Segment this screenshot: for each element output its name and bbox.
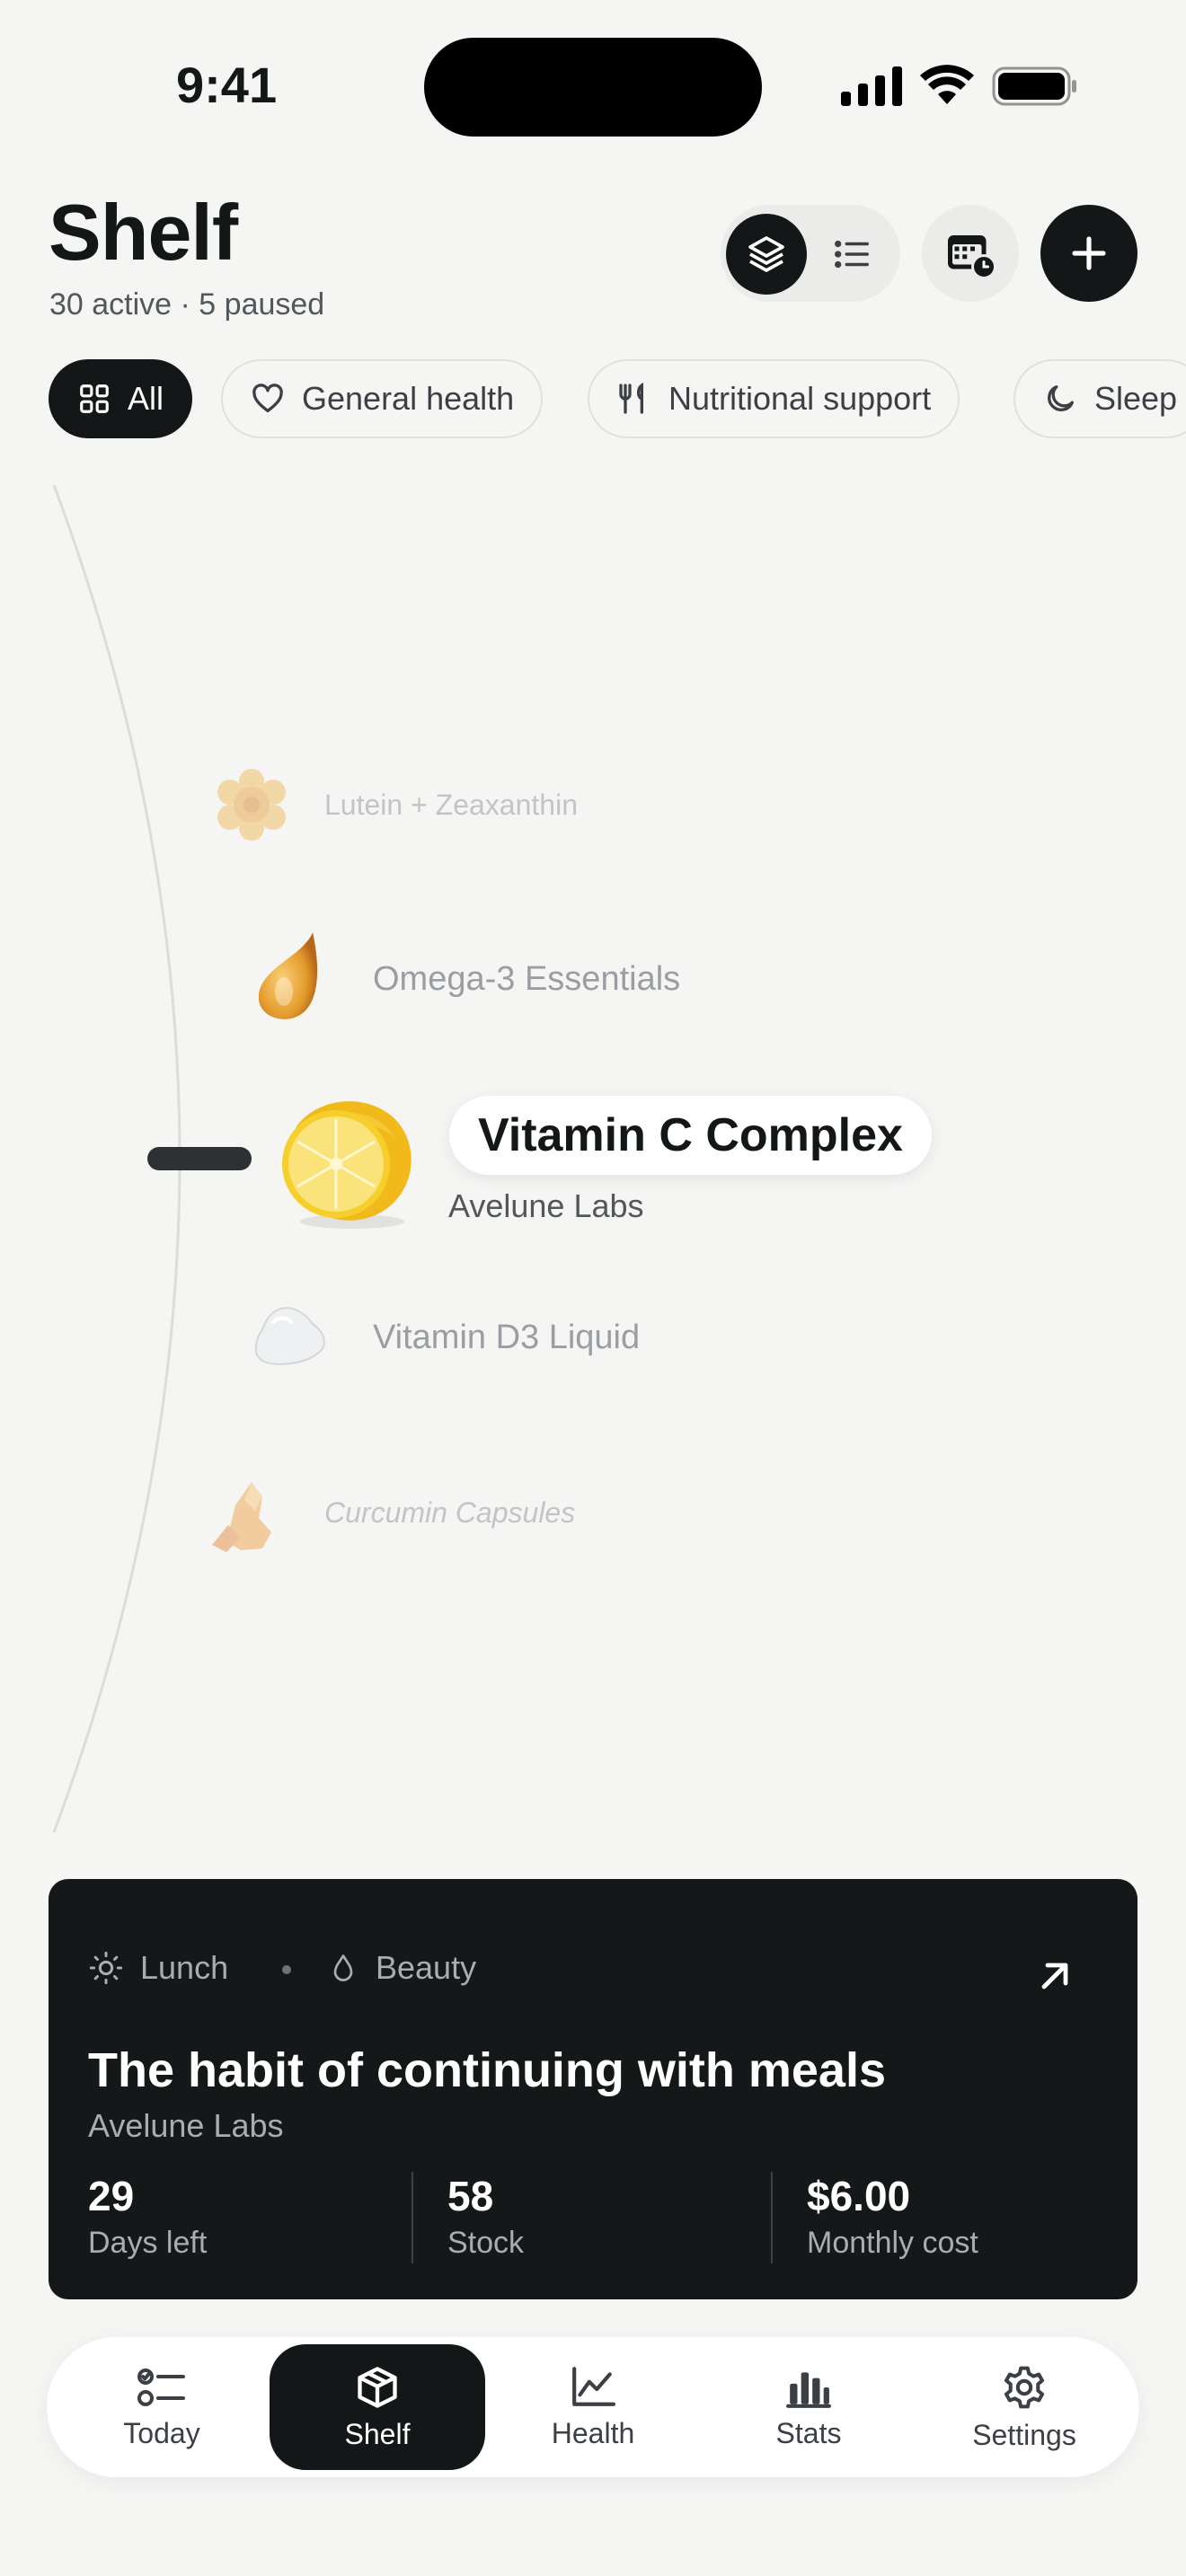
lemon-icon — [282, 1101, 412, 1229]
add-button[interactable] — [1040, 205, 1137, 302]
list-icon — [835, 240, 869, 269]
checklist-icon — [137, 2368, 185, 2406]
filter-chip-label: Nutritional support — [668, 380, 932, 417]
carousel-item-vitamin-c[interactable] — [270, 1087, 420, 1231]
marigold-icon — [217, 769, 286, 841]
arrow-up-right-icon — [1041, 1963, 1068, 1989]
time-tag-label: Lunch — [140, 1949, 229, 1986]
page-subtitle: 30 active · 5 paused — [49, 287, 325, 322]
tab-bar: Today Shelf Health Stats Settings — [47, 2337, 1139, 2477]
cellular-signal-icon — [841, 66, 902, 106]
monthly-cost-value: $6.00 — [807, 2173, 911, 2219]
tag-separator-dot — [282, 1965, 291, 1974]
selected-item-label: Vitamin C Complex — [478, 1109, 903, 1161]
carousel-indicator[interactable] — [147, 1147, 252, 1170]
drop-icon — [333, 1954, 353, 1981]
tab-label: Shelf — [344, 2417, 411, 2450]
tab-label: Settings — [972, 2418, 1076, 2451]
page-title: Shelf — [49, 188, 238, 277]
dynamic-island — [424, 38, 762, 137]
fork-knife-icon — [619, 382, 643, 414]
tab-health[interactable]: Health — [503, 2337, 683, 2477]
selected-item-brand: Avelune Labs — [448, 1187, 644, 1224]
carousel-item-label: Curcumin Capsules — [324, 1496, 576, 1529]
battery-icon — [992, 66, 1076, 106]
gear-icon — [1004, 2366, 1045, 2408]
wifi-icon — [920, 65, 974, 104]
tab-shelf[interactable]: Shelf — [270, 2344, 485, 2470]
supplement-detail-card[interactable]: Lunch Beauty The habit of continuing wit… — [49, 1879, 1137, 2299]
plus-icon — [1072, 236, 1106, 270]
oil-drop-icon — [258, 932, 318, 1019]
category-tag-label: Beauty — [376, 1949, 477, 1986]
tab-label: Today — [123, 2416, 200, 2449]
grid-icon — [80, 384, 109, 413]
stock-label: Stock — [447, 2226, 525, 2260]
box-icon — [358, 2366, 397, 2408]
days-left-value: 29 — [88, 2173, 135, 2219]
carousel-item-label: Lutein + Zeaxanthin — [324, 789, 578, 821]
filter-chip-label: All — [128, 380, 164, 417]
category-tag: Beauty — [327, 1949, 476, 1987]
carousel-item-label: Vitamin D3 Liquid — [373, 1319, 641, 1356]
liquid-drop-icon — [254, 1307, 325, 1365]
carousel-item-vitamin-d3[interactable] — [252, 1304, 329, 1371]
filter-chip-sleep[interactable]: Sleep — [1013, 359, 1186, 438]
tab-stats[interactable]: Stats — [719, 2337, 898, 2477]
time-tag: Lunch — [88, 1949, 228, 1987]
selected-item-name[interactable]: Vitamin C Complex — [449, 1096, 932, 1175]
list-view-button[interactable] — [811, 214, 892, 295]
stack-view-button[interactable] — [726, 214, 807, 295]
line-chart-icon — [572, 2366, 615, 2406]
schedule-button[interactable] — [922, 205, 1019, 302]
stat-divider — [412, 2172, 413, 2263]
turmeric-icon — [212, 1482, 271, 1552]
tab-settings[interactable]: Settings — [934, 2337, 1114, 2477]
card-brand: Avelune Labs — [88, 2107, 284, 2144]
filter-chip-nutritional-support[interactable]: Nutritional support — [588, 359, 960, 438]
filter-chip-label: General health — [302, 380, 515, 417]
monthly-cost-label: Monthly cost — [807, 2226, 978, 2260]
status-time: 9:41 — [176, 57, 278, 113]
moon-icon — [1048, 385, 1074, 411]
carousel-item-omega[interactable] — [250, 929, 332, 1024]
open-detail-button[interactable] — [1019, 1940, 1091, 2012]
tab-label: Stats — [775, 2416, 842, 2449]
tab-label: Health — [551, 2416, 635, 2449]
layers-icon — [748, 236, 784, 272]
card-title: The habit of continuing with meals — [88, 2043, 886, 2097]
filter-chip-general-health[interactable]: General health — [221, 359, 544, 438]
stat-divider — [771, 2172, 773, 2263]
heart-icon — [252, 384, 283, 412]
tab-today[interactable]: Today — [72, 2337, 252, 2477]
sun-icon — [89, 1951, 123, 1985]
days-left-label: Days left — [88, 2226, 208, 2260]
stock-value: 58 — [447, 2173, 494, 2219]
carousel-item-label: Omega-3 Essentials — [373, 960, 681, 998]
carousel-item-curcumin[interactable] — [208, 1469, 295, 1556]
bar-chart-icon — [786, 2371, 831, 2408]
carousel-item-lutein[interactable] — [208, 762, 298, 848]
filter-chip-all[interactable]: All — [49, 359, 193, 438]
filter-chip-label: Sleep — [1094, 380, 1178, 417]
calendar-clock-icon — [948, 235, 996, 279]
